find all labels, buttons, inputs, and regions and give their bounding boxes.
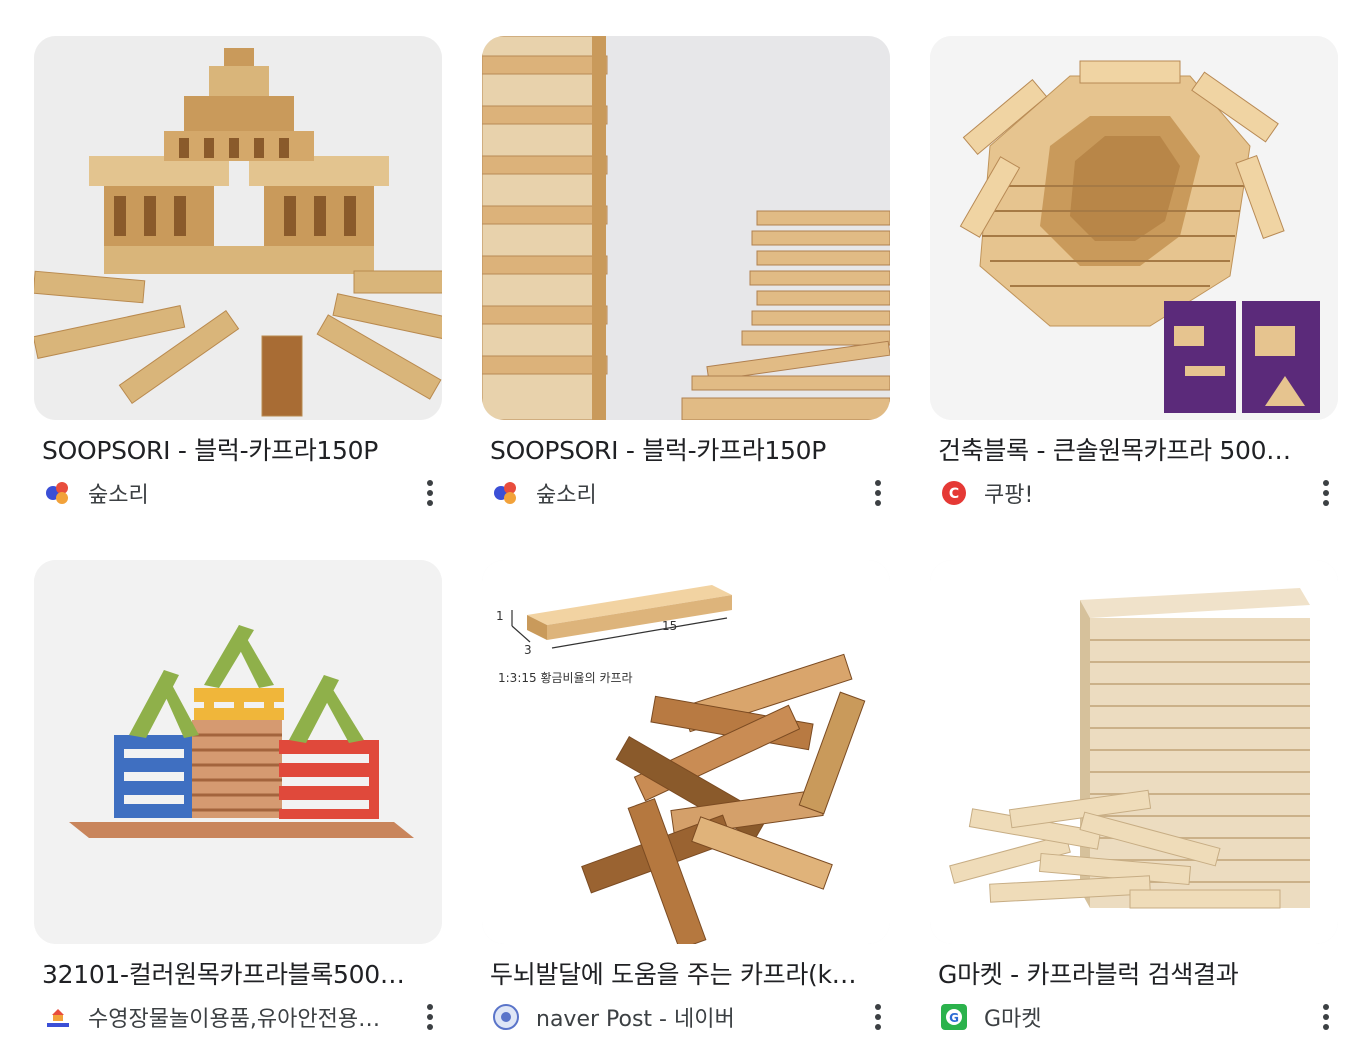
result-card-2[interactable]: SOOPSORI - 블럭-카프라150P 숲소리 (482, 36, 890, 510)
more-options-icon[interactable] (866, 476, 890, 510)
result-card-4[interactable]: 32101-컬러원목카프라블록500… 수영장물놀이용품,유아안전용… (34, 560, 442, 1034)
thumbnail-image-4[interactable] (34, 560, 442, 944)
source-name: 수영장물놀이용품,유아안전용… (88, 1007, 381, 1032)
result-source[interactable]: G G마켓 (930, 1000, 1338, 1034)
naver-post-logo-icon (492, 1003, 520, 1031)
more-options-icon[interactable] (1314, 476, 1338, 510)
thumbnail-image-3[interactable] (930, 36, 1338, 420)
source-name: 숲소리 (536, 483, 597, 508)
soopsori-logo-icon (492, 479, 520, 507)
result-title[interactable]: 두뇌발달에 도움을 주는 카프라(k… (482, 958, 870, 992)
result-title[interactable]: G마켓 - 카프라블럭 검색결과 (930, 958, 1318, 992)
source-name: naver Post - 네이버 (536, 1007, 735, 1032)
result-card-5[interactable]: 1 3 15 1:3:15 황금비율의 카프라 두뇌발달에 도움을 주는 카프라… (482, 560, 890, 1034)
dimension-label-15: 15 (662, 619, 677, 633)
result-title[interactable]: 건축블록 - 큰솔원목카프라 500… (930, 434, 1318, 468)
result-title[interactable]: SOOPSORI - 블럭-카프라150P (34, 434, 422, 468)
ratio-caption: 1:3:15 황금비율의 카프라 (498, 671, 633, 685)
result-source[interactable]: C 쿠팡! (930, 476, 1338, 510)
dimension-label-1: 1 (496, 609, 504, 623)
result-title[interactable]: SOOPSORI - 블럭-카프라150P (482, 434, 870, 468)
thumbnail-image-2[interactable] (482, 36, 890, 420)
result-source[interactable]: naver Post - 네이버 (482, 1000, 890, 1034)
thumbnail-image-5[interactable]: 1 3 15 1:3:15 황금비율의 카프라 (482, 560, 890, 944)
result-card-3[interactable]: 건축블록 - 큰솔원목카프라 500… C 쿠팡! (930, 36, 1338, 510)
svg-text:G: G (949, 1011, 959, 1025)
svg-text:C: C (949, 486, 959, 502)
result-source[interactable]: 수영장물놀이용품,유아안전용… (34, 1000, 442, 1034)
result-card-1[interactable]: SOOPSORI - 블럭-카프라150P 숲소리 (34, 36, 442, 510)
result-title[interactable]: 32101-컬러원목카프라블록500… (34, 958, 422, 992)
thumbnail-image-6[interactable] (930, 560, 1338, 944)
more-options-icon[interactable] (418, 476, 442, 510)
thumbnail-image-1[interactable] (34, 36, 442, 420)
soopsori-logo-icon (44, 479, 72, 507)
dimension-label-3: 3 (524, 643, 532, 657)
result-source[interactable]: 숲소리 (482, 476, 890, 510)
source-name: 쿠팡! (984, 483, 1034, 508)
store-logo-icon (44, 1003, 72, 1031)
source-name: 숲소리 (88, 483, 149, 508)
result-source[interactable]: 숲소리 (34, 476, 442, 510)
source-name: G마켓 (984, 1007, 1042, 1032)
coupang-logo-icon: C (940, 479, 968, 507)
more-options-icon[interactable] (1314, 1000, 1338, 1034)
gmarket-logo-icon: G (940, 1003, 968, 1031)
more-options-icon[interactable] (418, 1000, 442, 1034)
more-options-icon[interactable] (866, 1000, 890, 1034)
result-card-6[interactable]: G마켓 - 카프라블럭 검색결과 G G마켓 (930, 560, 1338, 1034)
